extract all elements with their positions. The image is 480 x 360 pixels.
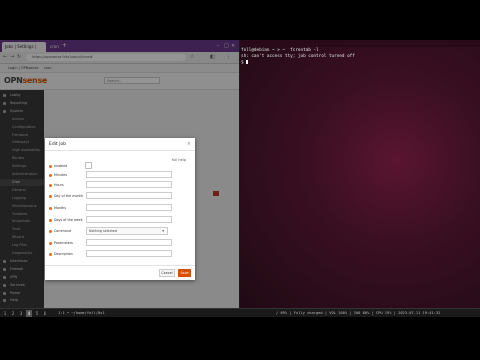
field-label: Hours [54, 183, 64, 187]
workspace-button[interactable]: 1 [2, 310, 8, 317]
full-help-toggle[interactable]: full help [172, 158, 186, 162]
info-icon[interactable] [49, 195, 52, 198]
text-input[interactable] [86, 204, 172, 211]
divider [45, 265, 195, 266]
text-input[interactable] [86, 239, 172, 246]
field-label: Day of the month [54, 194, 83, 198]
text-input[interactable] [86, 171, 172, 178]
terminal-window[interactable]: foll@debian ~ > ~ fcrontab -l sh: can't … [240, 40, 480, 308]
field-label: Parameters [54, 241, 73, 245]
text-input[interactable] [86, 192, 172, 199]
info-icon[interactable] [49, 174, 52, 177]
close-icon[interactable]: × [187, 141, 191, 147]
field-label: Days of the week [54, 218, 83, 222]
text-input[interactable] [86, 181, 172, 188]
info-icon[interactable] [49, 242, 52, 245]
edit-job-dialog: Edit job × full help enabled Minutes Hours… [45, 138, 195, 280]
workspace-button[interactable]: 2 [10, 310, 16, 317]
field-label: Months [54, 206, 67, 210]
status-bar: 123456 1:1 • ~/home/foll/0x1 / 69% | Ful… [0, 308, 480, 317]
browser-window: Jobs | Settings | System | Cr cron + – □… [0, 40, 239, 308]
cancel-button[interactable]: Cancel [159, 269, 175, 277]
terminal-prompt: $ [241, 60, 249, 66]
chevron-down-icon: ▾ [162, 229, 164, 233]
text-input[interactable] [86, 250, 172, 257]
terminal-line: sh: can't access tty; job control turned… [241, 54, 355, 59]
desktop-screen: Jobs | Settings | System | Cr cron + – □… [0, 40, 480, 317]
workspace-button[interactable]: 3 [18, 310, 24, 317]
status-left: 1:1 • ~/home/foll/0x1 [58, 311, 105, 315]
workspace-button[interactable]: 5 [34, 310, 40, 317]
save-button[interactable]: Save [178, 269, 191, 277]
field-label: enabled [54, 164, 68, 168]
info-icon[interactable] [49, 207, 52, 210]
info-icon[interactable] [49, 253, 52, 256]
info-icon[interactable] [49, 184, 52, 187]
info-icon[interactable] [49, 219, 52, 222]
info-icon[interactable] [49, 230, 52, 233]
field-label: Description [54, 252, 73, 256]
terminal-line: foll@debian ~ > ~ fcrontab -l [241, 48, 319, 53]
field-label: Minutes [54, 173, 67, 177]
workspace-button[interactable]: 6 [42, 310, 48, 317]
select-value: Nothing selected [89, 229, 117, 233]
info-icon[interactable] [49, 165, 52, 168]
status-right: / 69% | Fully charged | VOL 100% | 100 8… [276, 311, 441, 315]
cursor [246, 60, 249, 64]
text-input[interactable] [86, 216, 172, 223]
enabled-checkbox[interactable] [85, 162, 92, 169]
command-select[interactable]: Nothing selected ▾ [86, 227, 168, 235]
field-label: Command [54, 229, 71, 233]
terminal-title-bar [240, 40, 480, 47]
divider [45, 150, 195, 151]
workspace-button[interactable]: 4 [26, 310, 32, 317]
dialog-title: Edit job [49, 142, 67, 147]
